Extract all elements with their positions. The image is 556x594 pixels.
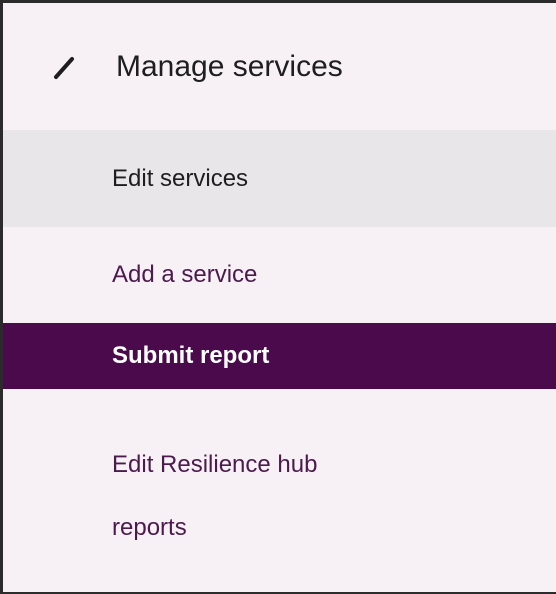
side-navigation-panel: Manage services Edit services Add a serv… [0, 0, 556, 594]
nav-item-label-line-1: Edit Resilience hub [112, 451, 318, 478]
nav-section-title: Manage services [116, 50, 343, 83]
pencil-icon [54, 57, 74, 79]
nav-item-add-a-service[interactable]: Add a service [3, 227, 556, 323]
nav-item-label-line-2: reports [112, 514, 187, 541]
nav-section-manage-services[interactable]: Manage services [3, 3, 556, 130]
nav-item-submit-report[interactable]: Submit report [3, 323, 556, 389]
nav-item-edit-services[interactable]: Edit services [3, 130, 556, 227]
